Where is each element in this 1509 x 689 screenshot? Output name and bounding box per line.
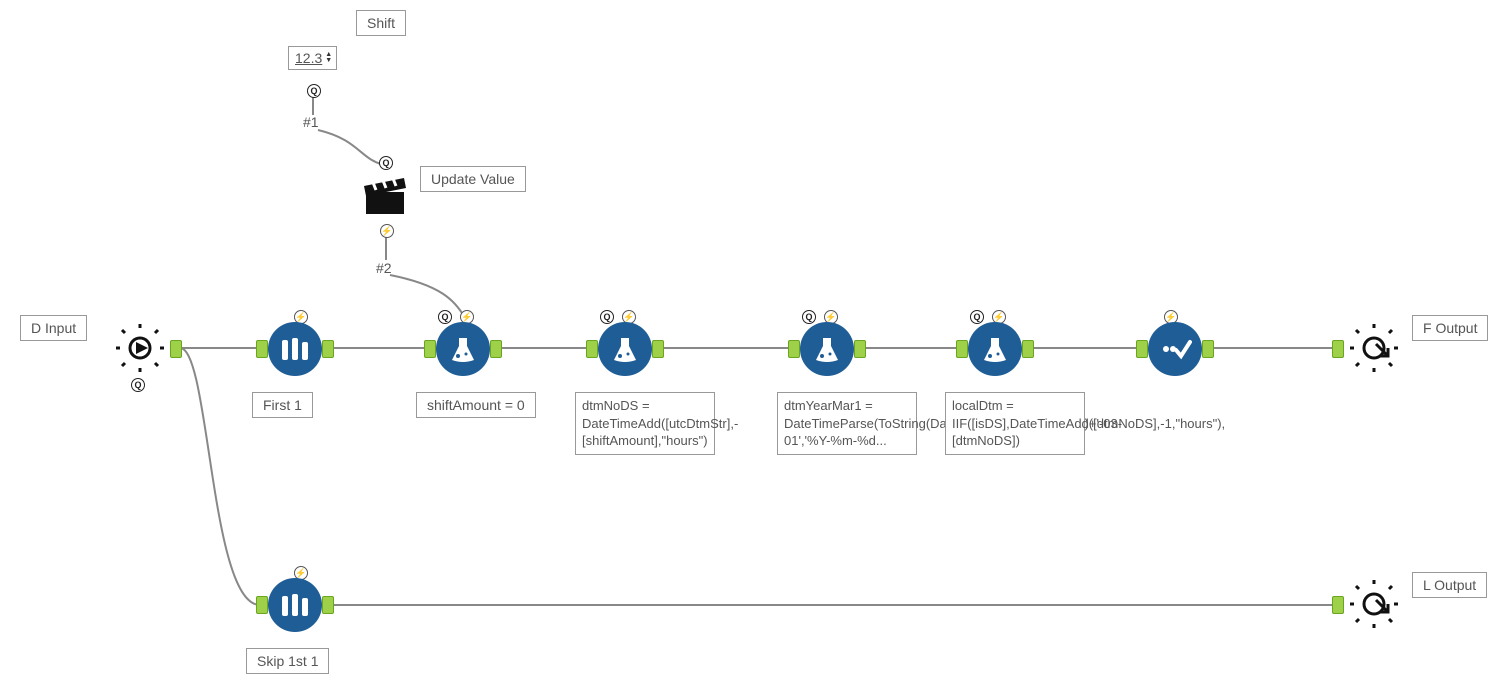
output-anchor[interactable] (490, 340, 502, 358)
shift-label: Shift (356, 10, 406, 36)
label-text: L Output (1423, 577, 1476, 593)
formula-node-shiftamount[interactable] (436, 322, 490, 376)
input-anchor[interactable] (1332, 596, 1344, 614)
label-text: Shift (367, 15, 395, 31)
filter-icon (278, 332, 312, 366)
label-text: localDtm = IIF([isDS],DateTimeAdd([dtmNo… (952, 398, 1225, 448)
output-anchor[interactable] (652, 340, 664, 358)
select-check-icon (1158, 332, 1192, 366)
gear-input-icon (114, 322, 166, 374)
formula-node-localdtm[interactable] (968, 322, 1022, 376)
numeric-input-shift[interactable]: 12.3 ▲▼ (288, 46, 337, 70)
formula-flask-icon (608, 332, 642, 366)
workflow-canvas[interactable]: Shift 12.3 ▲▼ Q #1 Q Update Value ⚡ #2 D… (0, 0, 1509, 689)
output-anchor[interactable] (1202, 340, 1214, 358)
dtmyearmar1-label: dtmYearMar1 = DateTimeParse(ToString(Dat… (777, 392, 917, 455)
formula-flask-icon (446, 332, 480, 366)
formula-node-dtmyearmar1[interactable] (800, 322, 854, 376)
spinner-icon[interactable]: ▲▼ (325, 52, 332, 64)
action-clapper-icon (360, 168, 410, 218)
l-output-label: L Output (1412, 572, 1487, 598)
first1-label: First 1 (252, 392, 313, 418)
f-output-label: F Output (1412, 315, 1488, 341)
formula-flask-icon (810, 332, 844, 366)
q-badge-icon: Q (307, 84, 321, 98)
input-anchor[interactable] (586, 340, 598, 358)
label-text: First 1 (263, 397, 302, 413)
macro-output-node-f[interactable] (1346, 320, 1402, 376)
update-value-label: Update Value (420, 166, 526, 192)
hash2-label: #2 (376, 260, 392, 276)
shiftamount-label: shiftAmount = 0 (416, 392, 536, 418)
input-anchor[interactable] (256, 596, 268, 614)
q-badge-icon: Q (131, 378, 145, 392)
label-text: Skip 1st 1 (257, 653, 318, 669)
label-text: D Input (31, 320, 76, 336)
formula-node-dtmnods[interactable] (598, 322, 652, 376)
input-anchor[interactable] (256, 340, 268, 358)
input-anchor[interactable] (1136, 340, 1148, 358)
output-anchor[interactable] (322, 340, 334, 358)
filter-node-skip1st1[interactable] (268, 578, 322, 632)
input-anchor[interactable] (956, 340, 968, 358)
formula-flask-icon (978, 332, 1012, 366)
hash1-label: #1 (303, 114, 319, 130)
gear-output-icon (1348, 578, 1400, 630)
label-text: shiftAmount = 0 (427, 397, 525, 413)
filter-node-first1[interactable] (268, 322, 322, 376)
d-input-label: D Input (20, 315, 87, 341)
numeric-value: 12.3 (295, 50, 322, 66)
output-anchor[interactable] (854, 340, 866, 358)
skip1st1-label: Skip 1st 1 (246, 648, 329, 674)
label-text: F Output (1423, 320, 1477, 336)
select-node[interactable] (1148, 322, 1202, 376)
label-text: Update Value (431, 171, 515, 187)
macro-output-node-l[interactable] (1346, 576, 1402, 632)
output-anchor[interactable] (1022, 340, 1034, 358)
output-anchor[interactable] (322, 596, 334, 614)
input-anchor[interactable] (788, 340, 800, 358)
localdtm-label: localDtm = IIF([isDS],DateTimeAdd([dtmNo… (945, 392, 1085, 455)
input-anchor[interactable] (424, 340, 436, 358)
filter-icon (278, 588, 312, 622)
lightning-badge-icon: ⚡ (380, 224, 394, 238)
gear-output-icon (1348, 322, 1400, 374)
connection-wires (0, 0, 1509, 689)
output-anchor[interactable] (170, 340, 182, 358)
action-node[interactable] (360, 168, 410, 218)
macro-input-node[interactable] (112, 320, 168, 376)
input-anchor[interactable] (1332, 340, 1344, 358)
label-text: dtmNoDS = DateTimeAdd([utcDtmStr],-[shif… (582, 398, 738, 448)
dtmnods-label: dtmNoDS = DateTimeAdd([utcDtmStr],-[shif… (575, 392, 715, 455)
